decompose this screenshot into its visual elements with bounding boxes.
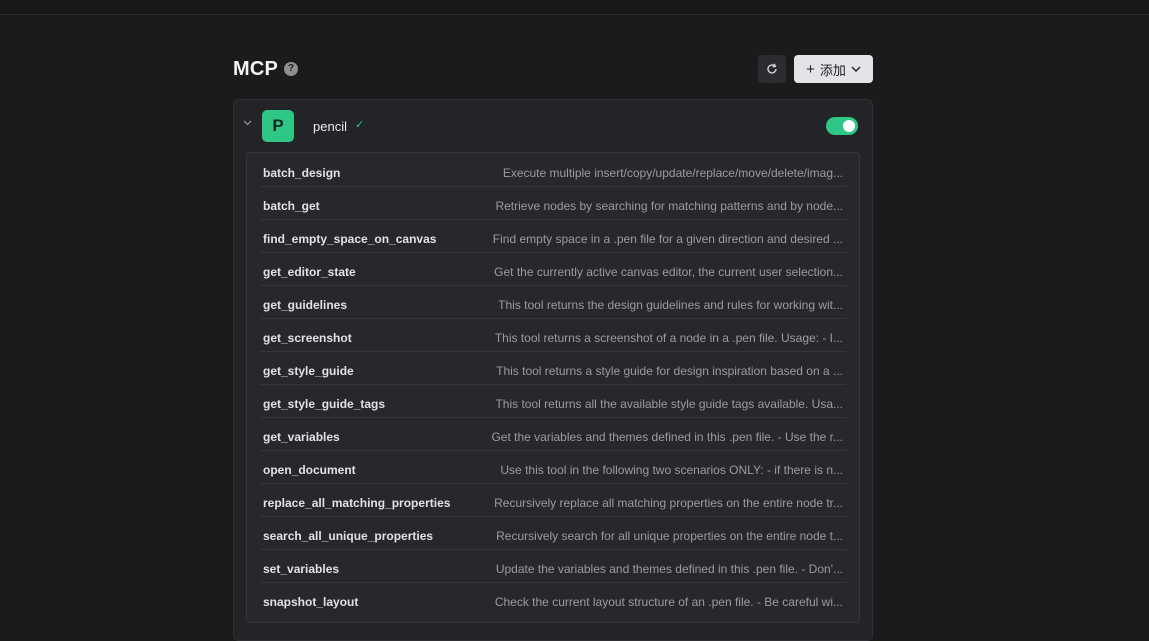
mcp-header: MCP ? + 添加 xyxy=(233,55,873,83)
tool-row[interactable]: set_variables Update the variables and th… xyxy=(260,549,846,583)
add-button-label: 添加 xyxy=(819,62,846,78)
chevron-down-icon xyxy=(851,66,861,72)
plus-icon: + xyxy=(806,60,815,78)
tool-row[interactable]: get_screenshot This tool returns a screen… xyxy=(260,318,846,352)
tool-row[interactable]: search_all_unique_properties Recursively … xyxy=(260,516,846,550)
tool-row[interactable]: snapshot_layout Check the current layout … xyxy=(260,582,846,615)
check-icon: ✓ xyxy=(355,119,365,131)
add-button[interactable]: + 添加 xyxy=(794,55,873,83)
top-bar xyxy=(0,0,1149,15)
tool-row[interactable]: get_guidelines This tool returns the desi… xyxy=(260,285,846,319)
page-title: MCP xyxy=(233,58,279,80)
tool-row[interactable]: batch_get Retrieve nodes by searching for… xyxy=(260,186,846,220)
tool-row[interactable]: open_document Use this tool in the follow… xyxy=(260,450,846,484)
refresh-button[interactable] xyxy=(758,55,786,83)
tool-row[interactable]: replace_all_matching_properties Recursive… xyxy=(260,483,846,517)
mcp-server-card: P pencil ✓ batch_design Execute multiple … xyxy=(233,99,873,641)
tool-list: batch_design Execute multiple insert/copy… xyxy=(246,152,860,623)
server-enable-toggle[interactable] xyxy=(826,117,858,135)
tool-name: snapshot_layout xyxy=(263,595,359,609)
tool-row[interactable]: get_editor_state Get the currently active… xyxy=(260,252,846,286)
tool-description: Check the current layout structure of an… xyxy=(494,595,843,609)
collapse-chevron-icon[interactable] xyxy=(243,120,252,126)
tool-row[interactable]: get_variables Get the variables and theme… xyxy=(260,417,846,451)
tool-row[interactable]: get_style_guide_tags This tool returns al… xyxy=(260,384,846,418)
tool-row[interactable]: find_empty_space_on_canvas Find empty spa… xyxy=(260,219,846,253)
server-name: pencil xyxy=(313,119,347,134)
tool-row[interactable]: get_style_guide This tool returns a style… xyxy=(260,351,846,385)
help-icon[interactable]: ? xyxy=(284,62,298,76)
tool-row[interactable]: batch_design Execute multiple insert/copy… xyxy=(260,153,846,187)
server-logo: P xyxy=(262,110,294,142)
refresh-icon xyxy=(767,63,777,74)
toggle-knob xyxy=(843,120,855,132)
